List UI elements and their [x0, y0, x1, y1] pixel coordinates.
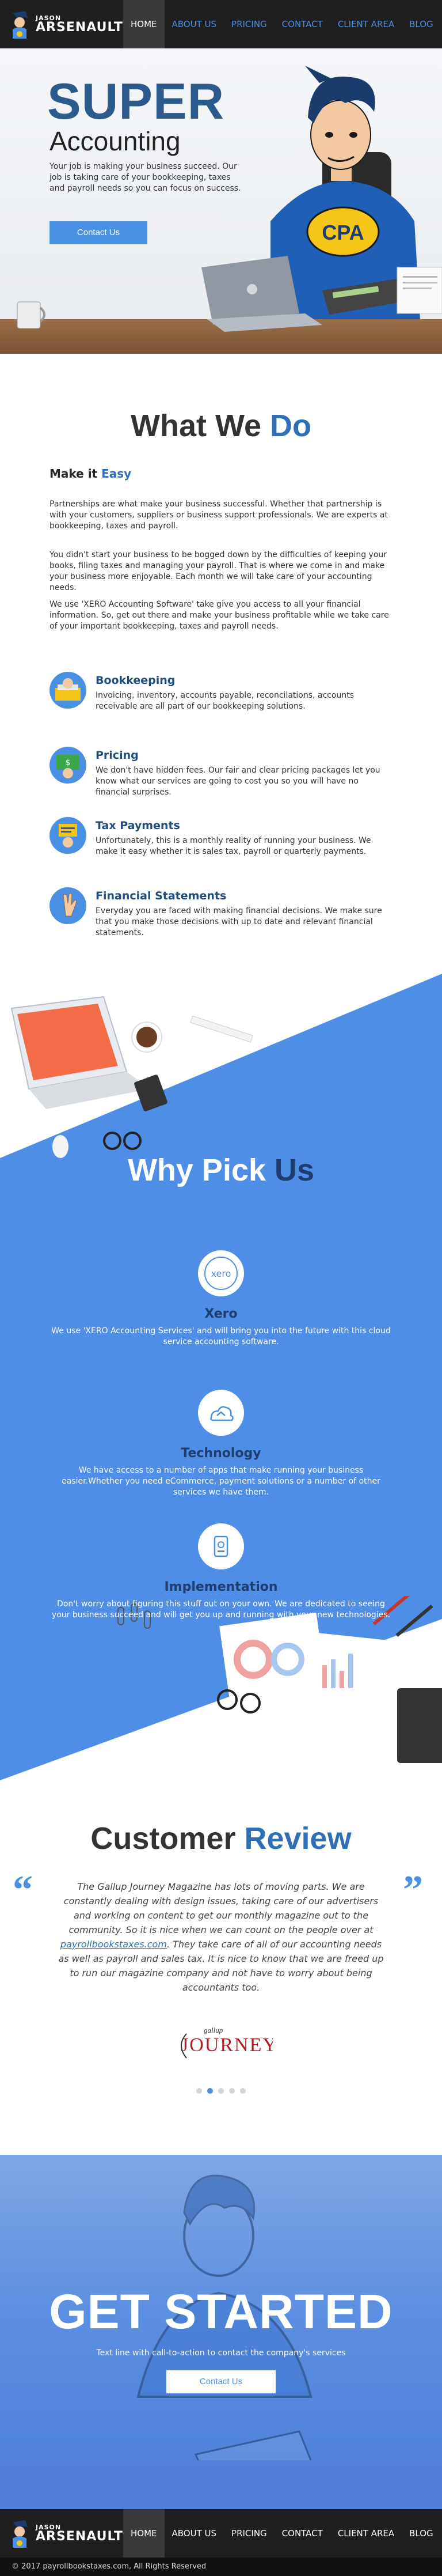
nav-item-about[interactable]: ABOUT US [165, 0, 224, 48]
footer-nav-contact[interactable]: CONTACT [275, 2509, 330, 2558]
review-text-before: The Gallup Journey Magazine has lots of … [63, 1881, 379, 1935]
what-we-do-title-a: What We [131, 408, 270, 443]
service-text: Invoicing, inventory, accounts payable, … [96, 691, 354, 711]
get-started-title: GET STARTED [49, 2284, 393, 2339]
why-pick-us-section [0, 974, 442, 1780]
bookkeeping-icon [49, 672, 86, 709]
carousel-dot[interactable] [229, 2088, 235, 2094]
open-quote-icon: “ [13, 1868, 33, 1912]
brand-line2: ARSENAULT [36, 20, 123, 35]
service-title: Financial Statements [96, 890, 227, 902]
brand-line2: ARSENAULT [36, 2529, 123, 2544]
footer-nav-about[interactable]: ABOUT US [165, 2509, 224, 2558]
svg-text:$: $ [66, 758, 71, 767]
why-title-a: Why Pick [127, 1153, 275, 1187]
logo-mascot-icon [8, 10, 31, 39]
implementation-icon [198, 1523, 244, 1569]
service-financial-statements: Financial Statements Everyday you are fa… [49, 887, 395, 939]
xero-icon: xero [198, 1250, 244, 1296]
service-pricing: $ Pricing We don't have hidden fees. Our… [49, 747, 395, 799]
make-it-easy-heading: Make it Easy [49, 467, 131, 481]
review-carousel-dots [0, 2088, 442, 2094]
why-item-xero: xero Xero We use 'XERO Accounting Servic… [0, 1250, 442, 1348]
technology-icon [198, 1390, 244, 1436]
why-item-text: We use 'XERO Accounting Services' and wi… [51, 1326, 391, 1346]
journey-logo-big: JOURNEY [181, 2034, 273, 2056]
wwd-paragraph-1: Partnerships are what make your business… [49, 500, 388, 531]
gallup-journey-logo: gallup JOURNEY [181, 2026, 273, 2059]
tax-payments-icon [49, 817, 86, 854]
why-item-title: Implementation [164, 1580, 278, 1594]
footer-nav-client-area[interactable]: CLIENT AREA [330, 2509, 402, 2558]
make-it-easy-a: Make it [49, 467, 102, 481]
get-started-contact-button[interactable]: Contact Us [166, 2370, 276, 2393]
xero-icon-label: xero [211, 1268, 231, 1279]
customer-review-title: Customer Review [0, 1821, 442, 1856]
hero-title: SUPER [47, 73, 225, 130]
service-tax-payments: Tax Payments Unfortunately, this is a mo… [49, 817, 395, 869]
footer-nav-pricing[interactable]: PRICING [224, 2509, 275, 2558]
review-title-b: Review [244, 1821, 352, 1856]
make-it-easy-b: Easy [101, 467, 132, 481]
top-navbar: JASON ARSENAULT HOME ABOUT US PRICING CO… [0, 0, 442, 48]
why-item-technology: Technology We have access to a number of… [0, 1390, 442, 1498]
footer-navbar: JASON ARSENAULT HOME ABOUT US PRICING CO… [0, 2509, 442, 2558]
what-we-do-title-b: Do [270, 408, 311, 443]
why-title-b: Us [275, 1153, 315, 1187]
review-text: The Gallup Journey Magazine has lots of … [58, 1879, 384, 1995]
service-bookkeeping: Bookkeeping Invoicing, inventory, accoun… [49, 672, 395, 724]
why-item-title: Technology [181, 1446, 261, 1461]
hero-text: Your job is making your business succeed… [49, 162, 241, 193]
why-item-implementation: Implementation Don't worry about figurin… [0, 1523, 442, 1621]
nav-item-blog[interactable]: BLOG [402, 0, 441, 48]
service-title: Pricing [96, 749, 139, 762]
wwd-paragraph-2: You didn't start your business to be bog… [49, 550, 387, 592]
main-menu: HOME ABOUT US PRICING CONTACT CLIENT ARE… [123, 0, 441, 48]
why-item-text: We have access to a number of apps that … [62, 1466, 380, 1497]
footer-brand-logo[interactable]: JASON ARSENAULT [8, 2519, 123, 2548]
pricing-icon: $ [49, 747, 86, 784]
review-link[interactable]: payrollbookstaxes.com [60, 1939, 167, 1950]
nav-item-contact[interactable]: CONTACT [275, 0, 330, 48]
copyright-text: © 2017 payrollbookstaxes.com, All Rights… [0, 2558, 442, 2576]
hero-badge-text: CPA [322, 221, 364, 244]
service-text: We don't have hidden fees. Our fair and … [96, 766, 380, 797]
nav-item-client-area[interactable]: CLIENT AREA [330, 0, 402, 48]
carousel-dot[interactable] [196, 2088, 202, 2094]
review-title-a: Customer [90, 1821, 245, 1856]
journey-logo-small: gallup [204, 2026, 223, 2034]
close-quote-icon: ” [403, 1868, 423, 1912]
service-text: Everyday you are faced with making finan… [96, 906, 382, 937]
carousel-dot[interactable] [218, 2088, 224, 2094]
carousel-dot[interactable] [240, 2088, 246, 2094]
carousel-dot[interactable] [207, 2088, 213, 2094]
why-pick-us-title: Why Pick Us [0, 1152, 442, 1188]
why-item-text: Don't worry about figuring this stuff ou… [51, 1599, 391, 1620]
service-title: Bookkeeping [96, 674, 176, 687]
get-started-subtitle: Text line with call-to-action to contact… [96, 2348, 346, 2358]
footer-nav-home[interactable]: HOME [123, 2509, 165, 2558]
what-we-do-title: What We Do [0, 408, 442, 444]
brand-logo[interactable]: JASON ARSENAULT [8, 10, 123, 39]
footer-menu: HOME ABOUT US PRICING CONTACT CLIENT ARE… [123, 2509, 441, 2558]
hero-contact-button[interactable]: Contact Us [49, 221, 147, 244]
nav-item-home[interactable]: HOME [123, 0, 165, 48]
service-title: Tax Payments [96, 819, 180, 832]
why-item-title: Xero [204, 1307, 238, 1321]
get-started-section: GET STARTED Text line with call-to-actio… [0, 2155, 442, 2509]
service-text: Unfortunately, this is a monthly reality… [96, 836, 371, 856]
logo-mascot-icon [8, 2519, 31, 2548]
footer-nav-blog[interactable]: BLOG [402, 2509, 441, 2558]
hero-section: CPA SUPER Accounting Your job is making … [0, 48, 442, 354]
nav-item-pricing[interactable]: PRICING [224, 0, 275, 48]
desk-papers-illustration [117, 1596, 442, 1763]
wwd-paragraph-3: We use 'XERO Accounting Software' take g… [49, 600, 389, 631]
financial-statements-icon [49, 887, 86, 924]
hero-subtitle: Accounting [49, 126, 181, 156]
